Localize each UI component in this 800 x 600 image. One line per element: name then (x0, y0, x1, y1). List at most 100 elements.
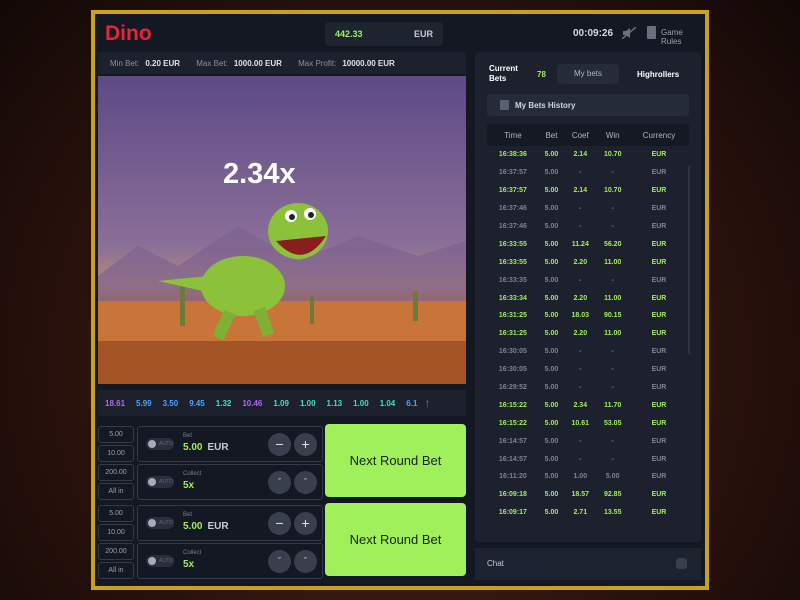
chat-icon[interactable] (676, 558, 687, 569)
plus-icon[interactable]: + (294, 433, 317, 456)
bet-label: Bet (183, 512, 193, 518)
history-multiplier: 1.32 (215, 398, 232, 408)
history-multiplier: 6.1 (406, 398, 418, 408)
bet-cell: 2.71 (573, 509, 588, 517)
history-multiplier: 1.09 (273, 398, 289, 408)
round-history[interactable]: 18.61 5.99 3.50 9.45 1.32 10.46 1.09 1.00 1.13 1.… (98, 390, 466, 416)
tab-current-bets[interactable]: Current Bets (489, 64, 529, 84)
bet-cell: 16:37:57 (498, 187, 527, 195)
collect-value[interactable]: 5x (183, 559, 194, 570)
bet-cell: 5.00 (544, 509, 559, 517)
bet-cell: 56.20 (603, 240, 622, 248)
bet-cell: 16:37:46 (498, 205, 527, 213)
bet-value[interactable]: 5.00 EUR (183, 442, 229, 453)
quick-bet-button[interactable]: 200.00 (98, 543, 134, 560)
bet-cell: - (579, 276, 582, 284)
bet-row: 16:37:46 5.00 - - EUR (487, 200, 689, 218)
quick-bet-button[interactable]: 10.00 (98, 524, 134, 541)
rules-icon[interactable] (647, 26, 656, 39)
bet-cell: 16:37:46 (498, 223, 527, 230)
bet-cell: 16:09:18 (498, 491, 527, 499)
tab-my-bets[interactable]: My bets (557, 64, 619, 84)
auto-toggle[interactable]: AUTO (146, 517, 174, 529)
bet-cell: - (579, 348, 582, 356)
bet-cell: 5.00 (544, 366, 559, 374)
bet-cell: EUR (651, 491, 667, 499)
bet-row: 16:30:05 5.00 - - EUR (487, 361, 689, 379)
collect-amount: 5x (183, 559, 195, 570)
quick-bet-button[interactable]: All in (98, 562, 134, 579)
bet-cell: 5.00 (544, 223, 559, 230)
bet-cell: - (579, 437, 582, 445)
bet-label: Bet (183, 433, 193, 439)
collect-control: AUTO Collect 5x ˇ ˆ (137, 464, 323, 500)
bet-row: 16:31:25 5.00 18.03 90.15 EUR (487, 307, 689, 325)
scrollbar[interactable] (688, 166, 690, 354)
bet-row: 16:11:20 5.00 1.00 5.00 EUR (487, 468, 689, 486)
history-multiplier: 5.99 (136, 398, 152, 408)
chevron-down-icon[interactable]: ˇ (268, 471, 291, 494)
quick-bet-button[interactable]: All in (98, 483, 134, 500)
chevron-up-icon[interactable]: ˆ (294, 550, 317, 573)
column-header: Time (487, 124, 539, 146)
chevron-down-icon[interactable]: ˇ (268, 550, 291, 573)
bet-cell: - (579, 384, 582, 392)
quick-bet-button[interactable]: 5.00 (98, 505, 134, 522)
bet-cell: EUR (651, 312, 667, 320)
bet-cell: - (579, 205, 582, 213)
bet-cell: EUR (651, 169, 667, 177)
bet-cell: 5.00 (544, 455, 559, 463)
game-rules-link[interactable]: Game Rules (661, 28, 705, 46)
bet-value[interactable]: 5.00 EUR (183, 521, 229, 532)
bet-cell: 18.03 (571, 312, 590, 320)
min-bet-value: 0.20 EUR (145, 59, 181, 68)
collect-label: Collect (183, 550, 202, 556)
expand-history-icon[interactable]: ↑ (424, 396, 430, 410)
balance-display: 442.33 EUR (325, 22, 443, 46)
bet-limits: Min Bet: 0.20 EUR Max Bet: 1000.00 EUR Max… (98, 52, 466, 74)
bet-cell: - (611, 366, 614, 374)
tab-highrollers[interactable]: Highrollers (637, 70, 679, 79)
auto-toggle[interactable]: AUTO (146, 555, 174, 567)
chat-bar[interactable]: Chat (475, 548, 701, 580)
history-multiplier: 1.00 (299, 398, 316, 408)
bet-cell: 90.15 (603, 312, 622, 320)
chevron-up-icon[interactable]: ˆ (294, 471, 317, 494)
bet-cell: - (611, 223, 614, 230)
sound-off-icon[interactable] (622, 27, 636, 39)
minus-icon[interactable]: − (268, 433, 291, 456)
game-window: Dino 442.33 EUR 00:09:26 Game Rules Min B… (91, 10, 709, 590)
bet-cell: 53.05 (603, 419, 622, 427)
my-bets-history-header[interactable]: My Bets History (487, 94, 689, 116)
bet-cell: 18.57 (571, 491, 590, 499)
bet-cell: 2.20 (573, 330, 588, 338)
bet-cell: 16:15:22 (498, 401, 527, 409)
bet-cell: EUR (651, 258, 667, 266)
auto-toggle[interactable]: AUTO (146, 476, 174, 488)
next-round-bet-button[interactable]: Next Round Bet (325, 503, 466, 576)
plus-icon[interactable]: + (294, 512, 317, 535)
collect-value[interactable]: 5x (183, 480, 194, 491)
bet-cell: EUR (651, 276, 667, 284)
bet-cell: 16:31:25 (498, 330, 527, 338)
bet-row: 16:14:57 5.00 - - EUR (487, 432, 689, 450)
quick-bet-button[interactable]: 200.00 (98, 464, 134, 481)
bet-cell: 2.14 (573, 187, 588, 195)
minus-icon[interactable]: − (268, 512, 291, 535)
bet-cell: 5.00 (544, 258, 559, 266)
bets-tabs: Current Bets 78 My bets Highrollers (475, 62, 701, 86)
auto-toggle[interactable]: AUTO (146, 438, 174, 450)
bet-cell: 16:38:36 (498, 151, 527, 159)
bet-cell: - (611, 384, 614, 392)
column-header: Win (596, 124, 629, 146)
bet-cell: 10.70 (603, 151, 622, 159)
history-multiplier: 1.04 (379, 398, 396, 408)
quick-bet-button[interactable]: 5.00 (98, 426, 134, 443)
next-round-bet-button[interactable]: Next Round Bet (325, 424, 466, 497)
bet-cell: 1.00 (573, 473, 588, 481)
bet-currency: EUR (207, 521, 229, 532)
desert-scene (98, 203, 466, 384)
quick-bet-button[interactable]: 10.00 (98, 445, 134, 462)
bet-row: 16:33:35 5.00 - - EUR (487, 271, 689, 289)
bet-cell: 5.00 (544, 240, 559, 248)
